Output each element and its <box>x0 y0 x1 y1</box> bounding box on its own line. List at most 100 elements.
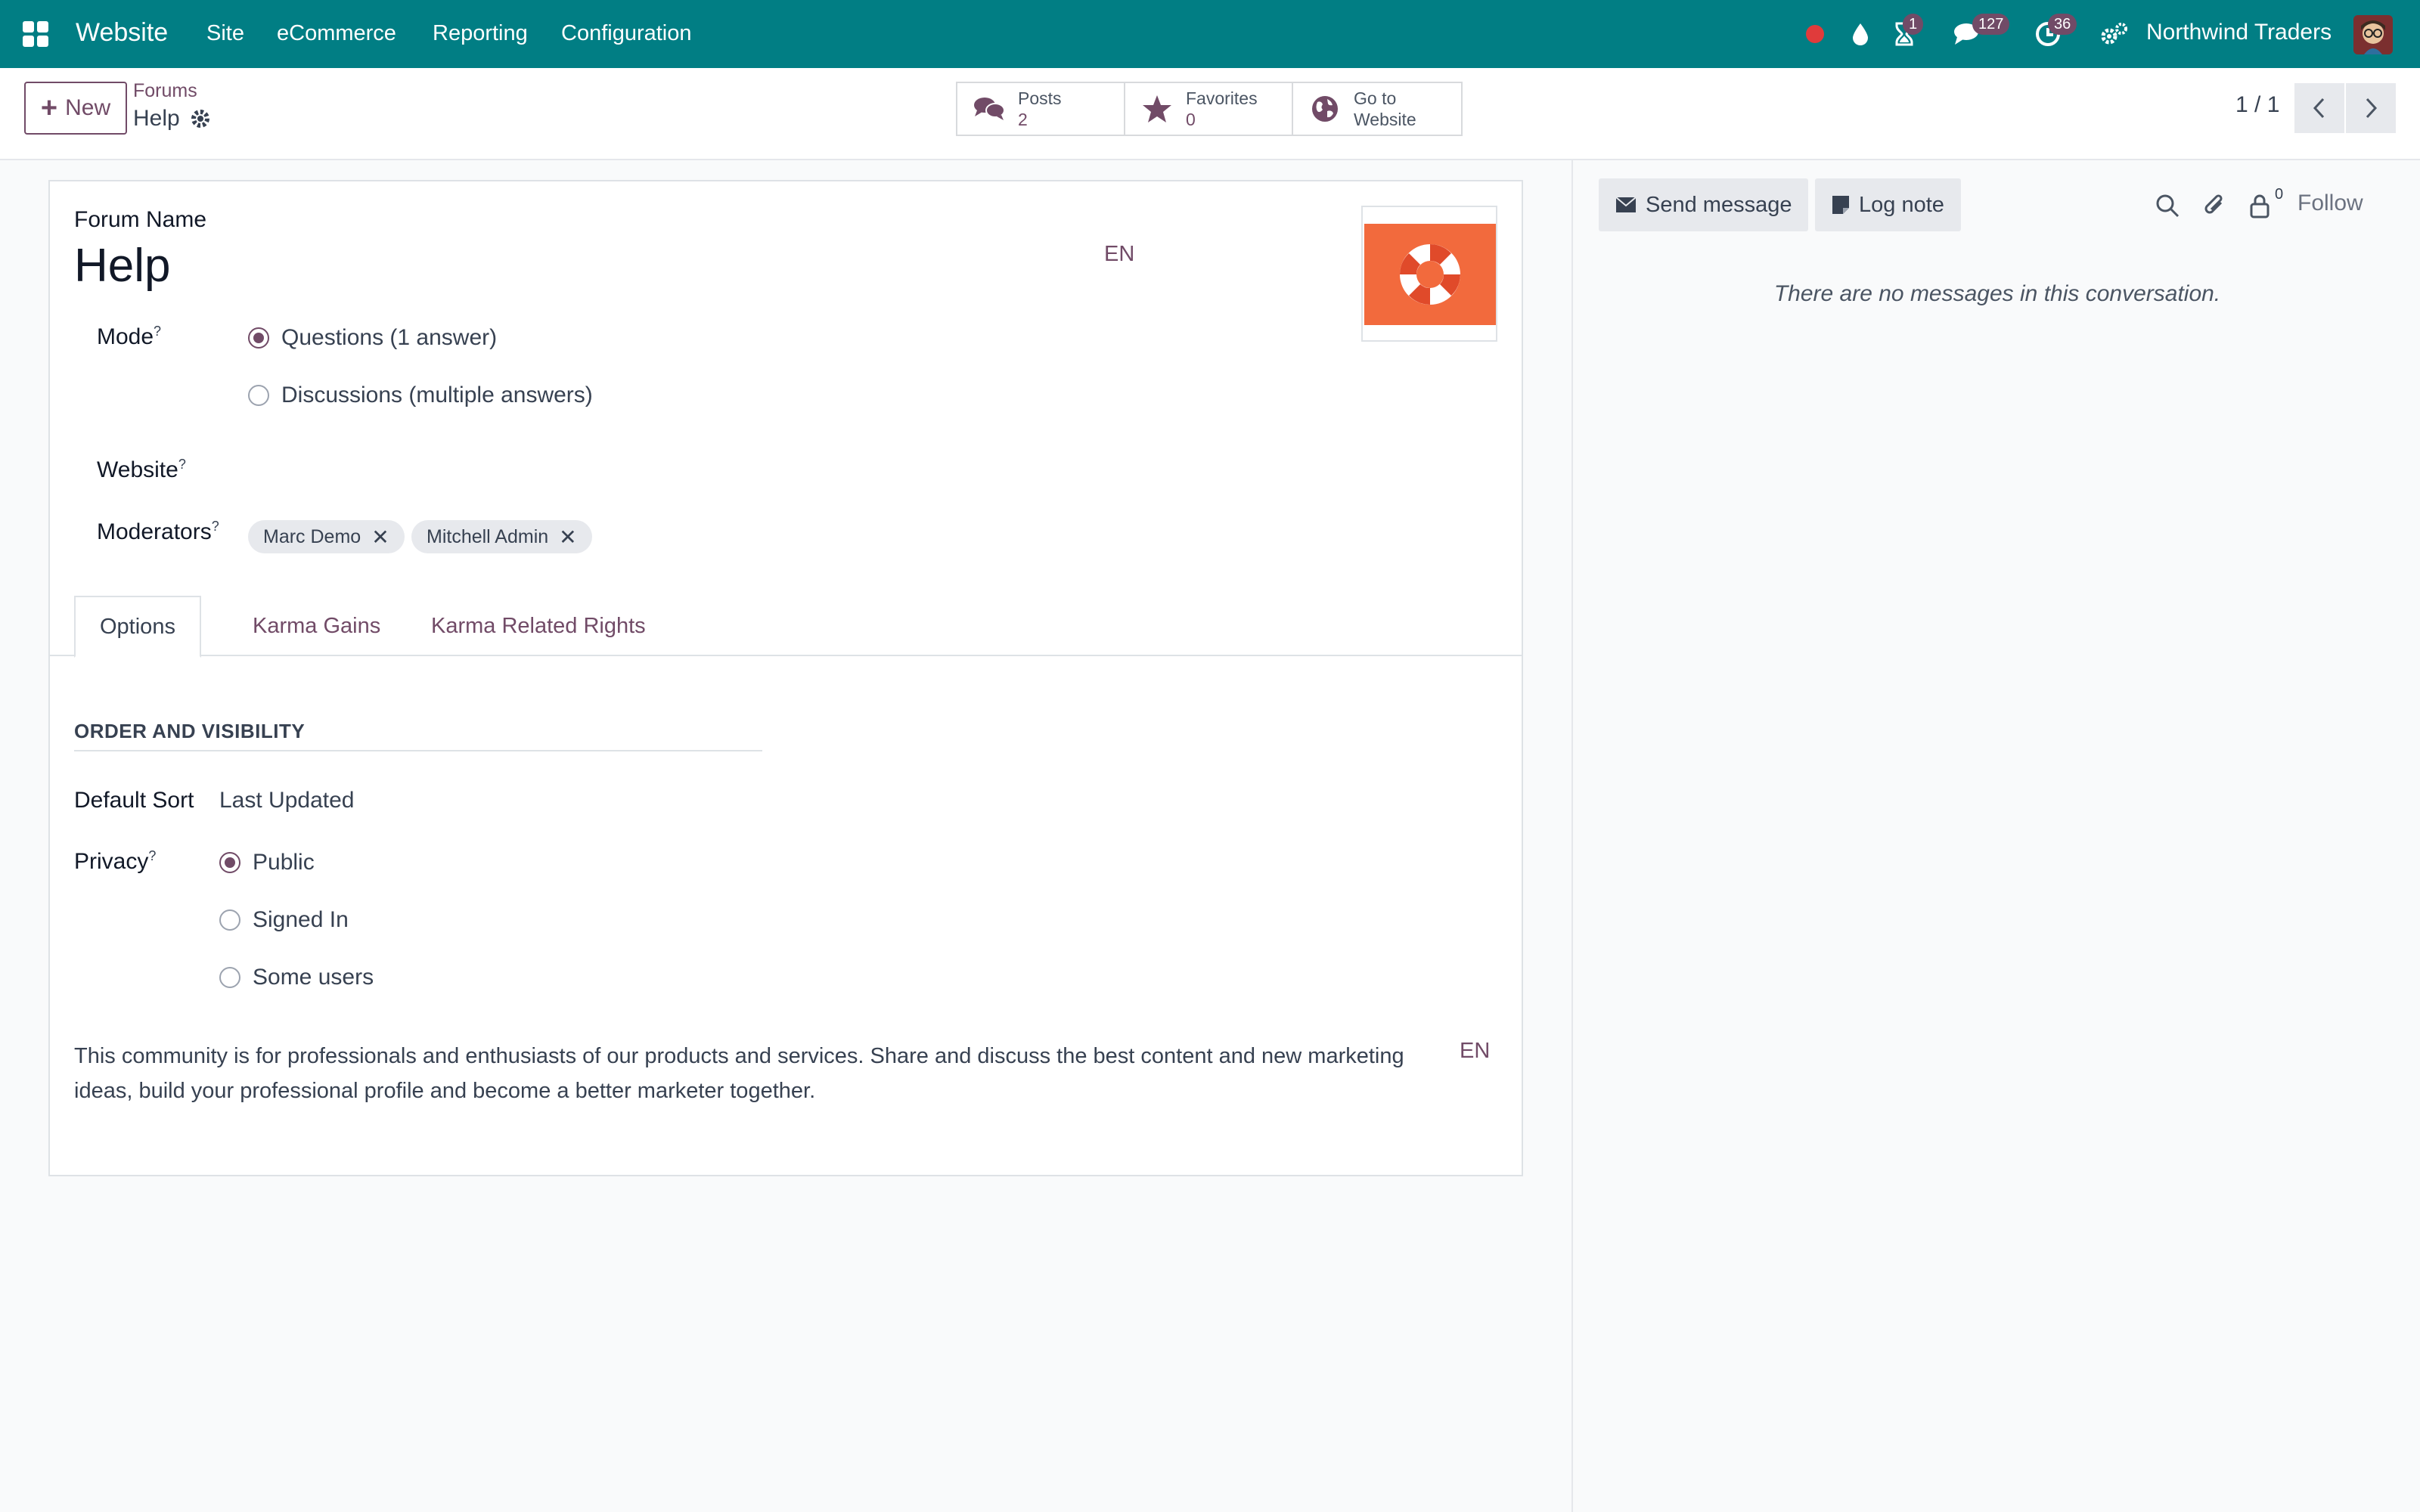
new-button-label: New <box>65 95 111 120</box>
description-language-button[interactable]: EN <box>1460 1039 1490 1064</box>
form-sheet: Forum Name Help EN Mode? Questions (1 an… <box>48 180 1523 1176</box>
note-icon <box>1832 196 1849 214</box>
activity-badge: 1 <box>1903 14 1924 35</box>
followers-count: 0 <box>2275 186 2284 203</box>
mode-option-label: Discussions (multiple answers) <box>281 383 593 407</box>
menu-reporting[interactable]: Reporting <box>433 21 528 46</box>
website-label: Website? <box>97 457 186 483</box>
radio-unchecked[interactable] <box>248 385 269 406</box>
mode-label-text: Mode <box>97 324 154 349</box>
empty-conversation-text: There are no messages in this conversati… <box>1773 281 2221 306</box>
posts-smart-button[interactable]: Posts 2 <box>957 83 1125 135</box>
mode-option-label: Questions (1 answer) <box>281 325 498 350</box>
smart-buttons: Posts 2 Favorites 0 Go to Website <box>956 82 1463 136</box>
moderator-name: Marc Demo <box>263 525 361 547</box>
menu-ecommerce[interactable]: eCommerce <box>277 21 396 46</box>
help-marker[interactable]: ? <box>148 848 156 863</box>
moderator-tag: Mitchell Admin ✕ <box>411 520 592 553</box>
record-status-icon[interactable] <box>1801 15 1829 53</box>
forum-description-field[interactable]: This community is for professionals and … <box>74 1039 1420 1108</box>
gear-icon[interactable] <box>189 107 212 130</box>
send-message-button[interactable]: Send message <box>1599 178 1809 231</box>
moderators-label-text: Moderators <box>97 519 212 544</box>
pager-previous-button[interactable] <box>2294 83 2344 133</box>
pager-value[interactable]: 1 / 1 <box>2235 92 2279 118</box>
tab-options[interactable]: Options <box>74 596 201 658</box>
radio-checked[interactable] <box>219 852 240 873</box>
radio-unchecked[interactable] <box>219 967 240 988</box>
privacy-label-text: Privacy <box>74 849 149 874</box>
remove-tag-icon[interactable]: ✕ <box>371 525 389 550</box>
pager-next-button[interactable] <box>2346 83 2396 133</box>
website-label-text: Website <box>97 457 178 482</box>
favorites-count: 0 <box>1186 110 1196 129</box>
mode-option-discussions[interactable]: Discussions (multiple answers) <box>248 383 593 408</box>
messages-badge: 127 <box>1972 14 2010 35</box>
forum-name-language-button[interactable]: EN <box>1104 242 1134 267</box>
default-sort-label: Default Sort <box>74 788 194 813</box>
help-marker[interactable]: ? <box>178 457 186 472</box>
go-to-label: Go to <box>1354 88 1397 108</box>
chevron-left-icon <box>2313 98 2325 119</box>
privacy-option-signed-in[interactable]: Signed In <box>219 907 349 933</box>
mode-option-questions[interactable]: Questions (1 answer) <box>248 325 497 351</box>
top-navbar: Website Site eCommerce Reporting Configu… <box>0 0 2420 68</box>
lifebuoy-image <box>1364 224 1496 325</box>
log-note-button[interactable]: Log note <box>1815 178 1961 231</box>
forum-name-input[interactable]: Help <box>74 239 171 293</box>
remove-tag-icon[interactable]: ✕ <box>559 525 576 550</box>
favorites-label: Favorites <box>1186 88 1258 108</box>
envelope-icon <box>1615 197 1637 212</box>
privacy-option-label: Some users <box>253 965 374 990</box>
website-label: Website <box>1354 110 1416 129</box>
lock-followers-icon[interactable] <box>2245 191 2275 221</box>
control-panel: + New Forums Help Posts 2 Favorites 0 Go… <box>0 68 2420 160</box>
privacy-option-some-users[interactable]: Some users <box>219 965 374 990</box>
apps-menu-icon[interactable] <box>23 21 48 47</box>
company-switcher[interactable]: Northwind Traders <box>2146 20 2332 45</box>
paperclip-icon[interactable] <box>2199 191 2229 221</box>
chatter-panel: Send message Log note 0 Follow There are… <box>1571 160 2420 1512</box>
comments-icon <box>973 92 1006 125</box>
privacy-option-label: Public <box>253 850 315 875</box>
breadcrumb-forums[interactable]: Forums <box>133 80 197 102</box>
star-icon <box>1140 92 1174 125</box>
search-icon[interactable] <box>2152 191 2183 221</box>
go-to-website-smart-button[interactable]: Go to Website <box>1293 83 1461 135</box>
tab-karma-gains[interactable]: Karma Gains <box>228 596 405 656</box>
menu-configuration[interactable]: Configuration <box>561 21 692 46</box>
posts-label: Posts <box>1018 88 1062 108</box>
menu-site[interactable]: Site <box>206 21 244 46</box>
help-marker[interactable]: ? <box>212 519 219 534</box>
moderators-label: Moderators? <box>97 519 219 545</box>
follow-button[interactable]: Follow <box>2297 191 2363 216</box>
drop-icon[interactable] <box>1845 15 1876 53</box>
section-divider <box>74 750 762 751</box>
default-sort-select[interactable]: Last Updated <box>219 788 354 813</box>
favorites-smart-button[interactable]: Favorites 0 <box>1125 83 1293 135</box>
radio-unchecked[interactable] <box>219 909 240 931</box>
posts-count: 2 <box>1018 110 1028 129</box>
new-button[interactable]: + New <box>24 82 127 135</box>
help-marker[interactable]: ? <box>154 324 161 339</box>
log-note-label: Log note <box>1859 192 1944 217</box>
send-message-label: Send message <box>1646 192 1792 217</box>
settings-gears-icon[interactable] <box>2098 15 2131 53</box>
forum-name-label: Forum Name <box>74 207 207 232</box>
chevron-right-icon <box>2366 98 2378 119</box>
forum-image-field[interactable] <box>1361 206 1497 342</box>
section-title: ORDER AND VISIBILITY <box>74 720 306 742</box>
moderator-name: Mitchell Admin <box>427 525 549 547</box>
privacy-option-label: Signed In <box>253 907 349 932</box>
breadcrumb-current: Help <box>133 106 180 131</box>
mode-label: Mode? <box>97 324 161 350</box>
plus-icon: + <box>40 92 58 124</box>
globe-icon <box>1308 92 1342 125</box>
notebook-tabs: Options Karma Gains Karma Related Rights <box>50 596 1522 658</box>
privacy-option-public[interactable]: Public <box>219 850 315 875</box>
radio-checked[interactable] <box>248 327 269 349</box>
app-brand[interactable]: Website <box>76 18 168 48</box>
tab-karma-related-rights[interactable]: Karma Related Rights <box>407 596 670 656</box>
user-avatar[interactable] <box>2353 15 2393 54</box>
clock-badge: 36 <box>2048 14 2077 35</box>
